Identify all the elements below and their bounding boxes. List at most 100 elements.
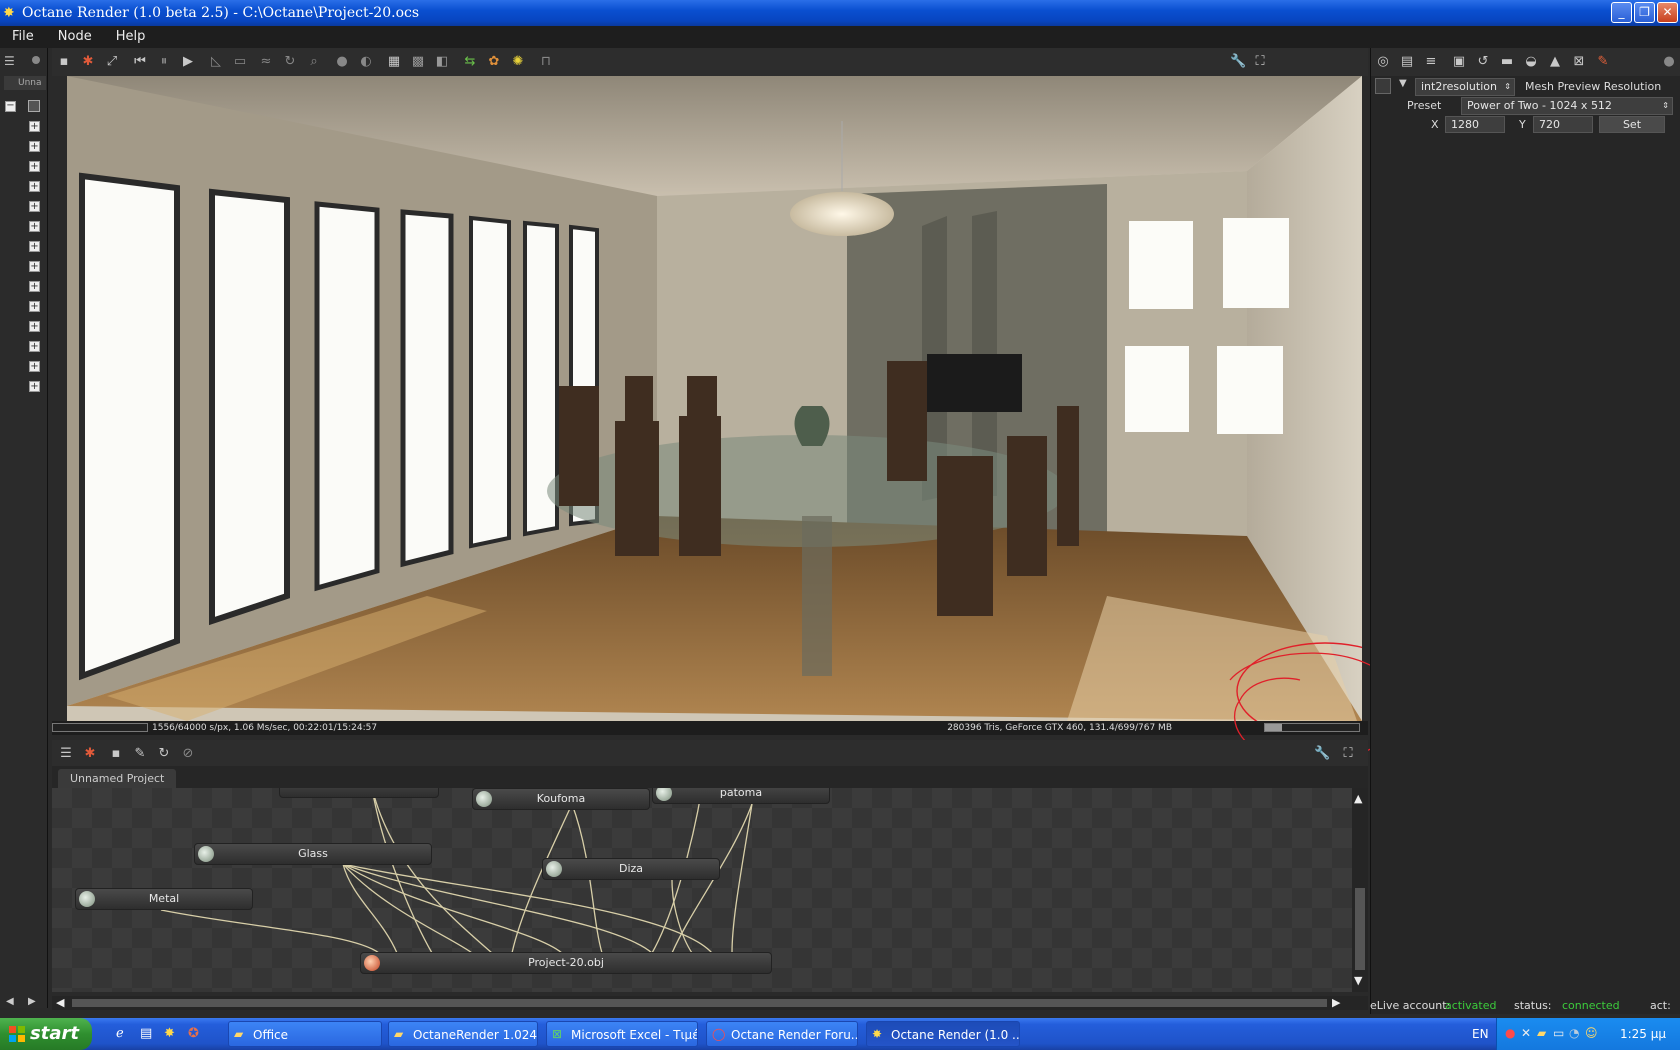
minimize-button[interactable]: _ xyxy=(1611,2,1632,23)
node-type-select[interactable]: int2resolution ⇕ xyxy=(1415,78,1515,96)
node-project-obj[interactable]: Project-20.obj xyxy=(360,952,772,974)
graph-node-icon[interactable]: ✎ xyxy=(132,746,148,762)
autofocus-icon[interactable]: ≈ xyxy=(258,54,274,70)
maximize-button[interactable]: ❐ xyxy=(1634,2,1655,23)
inspector-panel-icon[interactable]: ▬ xyxy=(1499,54,1515,70)
inspector-list-icon[interactable]: ≡ xyxy=(1423,54,1439,70)
monitor-tray-icon[interactable]: ▭ xyxy=(1553,1026,1564,1040)
graph-wrench-icon[interactable]: 🔧 xyxy=(1314,746,1330,762)
set-button[interactable]: Set xyxy=(1599,116,1665,133)
scroll-left-icon[interactable]: ◀ xyxy=(56,996,64,1009)
horizontal-scroll-thumb[interactable] xyxy=(72,999,1327,1007)
inspector-tool-icon[interactable]: ⊠ xyxy=(1571,54,1587,70)
tab-unnamed-project[interactable]: Unnamed Project xyxy=(58,769,177,788)
graph-save-icon[interactable]: ▪ xyxy=(108,746,124,762)
pause-icon[interactable]: ⏸ xyxy=(156,54,172,70)
tree-expand-icon[interactable]: + xyxy=(29,261,40,272)
ie-icon[interactable]: ℯ xyxy=(116,1026,124,1041)
language-indicator[interactable]: EN xyxy=(1472,1018,1489,1050)
pin-icon[interactable] xyxy=(32,56,40,64)
light-icon[interactable]: ✺ xyxy=(510,54,526,70)
menu-file[interactable]: File xyxy=(0,26,46,48)
menu-help[interactable]: Help xyxy=(104,26,158,48)
node-koufoma[interactable]: Koufoma xyxy=(472,788,650,810)
tree-expand-icon[interactable]: + xyxy=(29,141,40,152)
stop-render-icon[interactable]: ✱ xyxy=(80,54,96,70)
scroll-down-icon[interactable]: ▼ xyxy=(1354,974,1362,987)
tree-expand-icon[interactable]: + xyxy=(29,161,40,172)
inspector-collapse-icon[interactable] xyxy=(1375,78,1391,94)
settings-wrench-icon[interactable]: 🔧 xyxy=(1230,54,1246,70)
graph-disabled-icon[interactable]: ⊘ xyxy=(180,746,196,762)
node-diza[interactable]: Diza xyxy=(542,858,720,880)
checker-icon[interactable]: ▩ xyxy=(410,54,426,70)
start-button[interactable]: start xyxy=(0,1018,92,1050)
region-icon[interactable]: ◧ xyxy=(434,54,450,70)
graph-stop-icon[interactable]: ✱ xyxy=(82,746,98,762)
import-icon[interactable]: ⇆ xyxy=(462,54,478,70)
inspector-rotate-icon[interactable]: ↺ xyxy=(1475,54,1491,70)
tree-expand-icon[interactable]: + xyxy=(29,281,40,292)
material-icon[interactable]: ✿ xyxy=(486,54,502,70)
tree-expand-icon[interactable]: + xyxy=(29,361,40,372)
grid-icon[interactable]: ▦ xyxy=(386,54,402,70)
tree-collapse-icon[interactable]: − xyxy=(5,101,16,112)
folder-tray-icon[interactable]: ▰ xyxy=(1537,1026,1546,1040)
pick-icon[interactable]: ⌕ xyxy=(306,54,322,70)
expand-arrow-icon[interactable]: ▼ xyxy=(1399,78,1407,89)
tree-menu-icon[interactable]: ☰ xyxy=(4,54,20,68)
messenger-tray-icon[interactable]: ☺ xyxy=(1585,1026,1598,1040)
opera-tray-icon[interactable]: ● xyxy=(1505,1026,1515,1040)
taskbar-item-office[interactable]: ▰ Office xyxy=(228,1021,382,1047)
monitor-icon[interactable]: ▭ xyxy=(232,54,248,70)
tree-expand-icon[interactable]: + xyxy=(29,341,40,352)
play-icon[interactable]: ▶ xyxy=(180,54,196,70)
inspector-picture-icon[interactable]: ▲ xyxy=(1547,54,1563,70)
vertical-scroll-thumb[interactable] xyxy=(1355,888,1365,970)
inspector-pin-icon[interactable]: ● xyxy=(1661,54,1677,70)
scroll-right-icon[interactable]: ▶ xyxy=(1332,996,1340,1009)
sphere-icon[interactable]: ● xyxy=(334,54,350,70)
node-partial[interactable] xyxy=(279,788,439,798)
graph-horizontal-scrollbar[interactable]: ◀ ▶ xyxy=(52,996,1368,1010)
inspector-camera-icon[interactable]: ◎ xyxy=(1375,54,1391,70)
save-image-icon[interactable]: ▪ xyxy=(56,54,72,70)
scroll-left-icon[interactable]: ◀ xyxy=(6,996,14,1007)
app-quicklaunch-icon[interactable]: ✪ xyxy=(188,1026,199,1041)
tree-expand-icon[interactable]: + xyxy=(29,321,40,332)
tree-expand-icon[interactable]: + xyxy=(29,221,40,232)
fullscreen-icon[interactable]: ⛶ xyxy=(1252,54,1268,70)
graph-fullscreen-icon[interactable]: ⛶ xyxy=(1340,746,1356,762)
graph-vertical-scrollbar[interactable]: ▲ ▼ xyxy=(1352,788,1368,992)
inspector-image-icon[interactable]: ▣ xyxy=(1451,54,1467,70)
taskbar-item-octane-render[interactable]: ✸ Octane Render (1.0 ... xyxy=(866,1021,1020,1047)
tree-expand-icon[interactable]: + xyxy=(29,381,40,392)
taskbar-item-opera[interactable]: ◯ Octane Render Foru... xyxy=(706,1021,858,1047)
clock-tray-icon[interactable]: ◔ xyxy=(1569,1026,1579,1040)
camera-icon[interactable]: ◺ xyxy=(208,54,224,70)
tree-expand-icon[interactable]: + xyxy=(29,121,40,132)
preset-select[interactable]: Power of Two - 1024 x 512 ⇕ xyxy=(1461,97,1673,115)
restart-render-icon[interactable]: ⤢ xyxy=(104,54,120,70)
rewind-icon[interactable]: ⏮ xyxy=(132,54,148,70)
window-title-bar[interactable]: ✸ Octane Render (1.0 beta 2.5) - C:\Octa… xyxy=(0,0,1680,26)
rotate-icon[interactable]: ↻ xyxy=(282,54,298,70)
inspector-layers-icon[interactable]: ▤ xyxy=(1399,54,1415,70)
inspector-material-icon[interactable]: ✎ xyxy=(1595,54,1611,70)
tree-expand-icon[interactable]: + xyxy=(29,201,40,212)
taskbar-item-octanerender-folder[interactable]: ▰ OctaneRender 1.024 ... xyxy=(388,1021,538,1047)
graph-menu-icon[interactable]: ☰ xyxy=(58,746,74,762)
x-input[interactable]: 1280 xyxy=(1445,116,1505,133)
close-button[interactable]: ✕ xyxy=(1657,2,1678,23)
node-glass[interactable]: Glass xyxy=(194,843,432,865)
lock-icon[interactable]: ⊓ xyxy=(538,54,554,70)
taskbar-clock[interactable]: 1:25 μμ xyxy=(1620,1018,1666,1050)
node-patoma[interactable]: patoma xyxy=(652,788,830,804)
tree-expand-icon[interactable]: + xyxy=(29,181,40,192)
sphere-alt-icon[interactable]: ◐ xyxy=(358,54,374,70)
inspector-env-icon[interactable]: ◒ xyxy=(1523,54,1539,70)
notepad-icon[interactable]: ▤ xyxy=(140,1026,152,1041)
scroll-right-icon[interactable]: ▶ xyxy=(28,996,36,1007)
menu-node[interactable]: Node xyxy=(46,26,104,48)
render-viewport[interactable] xyxy=(67,76,1362,721)
